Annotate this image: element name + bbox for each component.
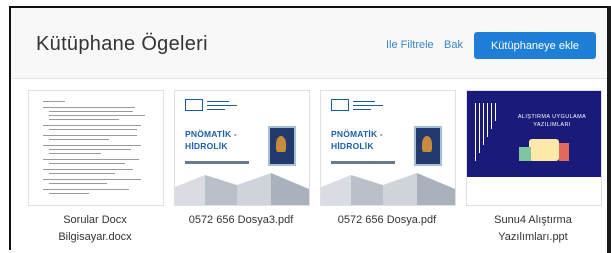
cover-decoration [321,173,455,205]
item-name[interactable]: 0572 656 Dosya.pdf [312,212,462,229]
library-item[interactable]: PNÖMATİK - HİDROLİK 0572 656 Dosya.pdf [320,90,460,229]
slide-illustration [529,139,559,161]
item-name-line: Sorular Docx [63,214,127,226]
university-logo [185,99,203,111]
view-link[interactable]: Bak [444,39,463,51]
library-item[interactable]: ALIŞTIRMA UYGULAMA YAZILIMLARI Sunu4 Alı… [466,90,606,246]
library-panel: Kütüphane Ögeleri Ile Filtrele Bak Kütüp… [9,6,607,250]
document-thumbnail[interactable] [28,90,164,206]
slide-title-line: ALIŞTIRMA UYGULAMA [517,114,587,120]
university-logo [331,99,349,111]
slide-title-line: YAZILIMLARI [533,122,571,128]
add-to-library-button[interactable]: Kütüphaneye ekle [474,32,596,59]
library-grid: Sorular Docx Bilgisayar.docx PNÖMATİK - … [11,78,607,252]
pdf-thumbnail[interactable]: PNÖMATİK - HİDROLİK [320,90,456,206]
item-name-line: Bilgisayar.docx [58,231,132,243]
pdf-cover-title: PNÖMATİK - [185,129,237,139]
library-item[interactable]: PNÖMATİK - HİDROLİK 0572 656 Dosya3.pdf [174,90,314,229]
window-edge [607,6,611,253]
item-name-line: 0572 656 Dosya3.pdf [188,214,294,226]
cover-image [268,126,296,166]
item-name-line: 0572 656 Dosya.pdf [337,214,437,226]
item-name-line: Yazılımları.ppt [498,231,568,243]
page-title: Kütüphane Ögeleri [36,33,208,55]
pdf-cover-title: HİDROLİK [331,141,374,151]
panel-header: Kütüphane Ögeleri Ile Filtrele Bak Kütüp… [11,8,607,79]
cover-image [414,126,442,166]
presentation-thumbnail[interactable]: ALIŞTIRMA UYGULAMA YAZILIMLARI [466,90,602,206]
library-item[interactable]: Sorular Docx Bilgisayar.docx [28,90,168,246]
filter-link[interactable]: Ile Filtrele [386,39,434,51]
item-name[interactable]: 0572 656 Dosya3.pdf [166,212,316,229]
pdf-cover-title: PNÖMATİK - [331,129,383,139]
item-name-line: Sunu4 Alıştırma [494,214,572,226]
cover-decoration [175,173,309,205]
item-name[interactable]: Sorular Docx Bilgisayar.docx [20,212,170,246]
item-name[interactable]: Sunu4 Alıştırma Yazılımları.ppt [458,212,608,246]
pdf-thumbnail[interactable]: PNÖMATİK - HİDROLİK [174,90,310,206]
slide-title: ALIŞTIRMA UYGULAMA YAZILIMLARI [507,113,597,129]
pdf-cover-title: HİDROLİK [185,141,228,151]
